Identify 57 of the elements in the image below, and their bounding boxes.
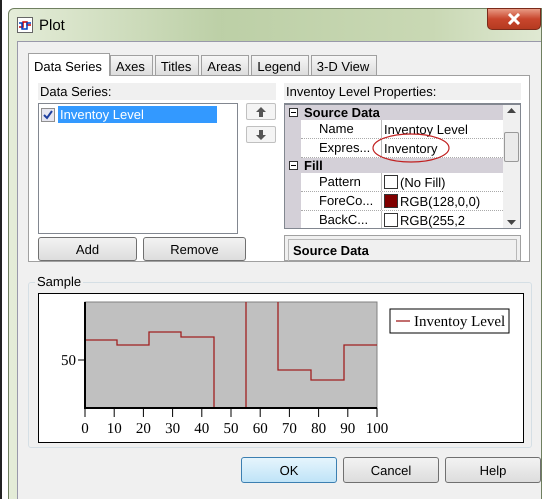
axis-tick-label: 80 <box>311 421 326 437</box>
section-label: Data Series: <box>38 83 276 100</box>
scroll-up-icon <box>507 108 516 113</box>
description-text: Source Data <box>288 239 517 261</box>
scroll-down-icon <box>507 220 516 225</box>
property-value: Inventoy Level <box>384 122 468 136</box>
tab[interactable]: Data Series <box>28 53 110 76</box>
dialog-button[interactable]: Cancel <box>343 457 439 483</box>
axis-tick-label: 70 <box>282 421 297 437</box>
axis-tick-label: 0 <box>81 421 89 437</box>
close-button[interactable] <box>487 8 541 30</box>
axis-tick-label: 100 <box>366 421 388 437</box>
collapse-icon[interactable] <box>289 161 298 170</box>
move-down-button[interactable] <box>246 126 276 143</box>
tab[interactable]: Axes <box>110 55 153 75</box>
axis-tick-label: 40 <box>194 421 210 437</box>
down-arrow-icon <box>256 130 266 140</box>
property-name: Expres... <box>301 139 382 157</box>
window-title: Plot <box>39 16 65 34</box>
category-label: Fill <box>304 158 323 173</box>
property-value: RGB(255,2 <box>400 212 466 228</box>
legend-label: Inventoy Level <box>414 314 506 330</box>
tab[interactable]: 3-D View <box>310 55 378 75</box>
tab[interactable]: Areas <box>201 55 250 75</box>
legend-line <box>396 320 410 322</box>
axis-tick-label: 50 <box>61 353 76 369</box>
series-button[interactable]: Remove <box>143 237 246 261</box>
move-up-button[interactable] <box>246 103 276 120</box>
axis-tick-label: 90 <box>340 421 356 437</box>
tab[interactable]: Legend <box>251 55 309 75</box>
axis-tick-label: 20 <box>136 421 151 437</box>
category-label: Source Data <box>304 105 380 120</box>
property-name: Pattern <box>301 173 382 191</box>
property-value: RGB(128,0,0) <box>400 194 480 208</box>
check-icon <box>43 110 53 120</box>
section-label: Inventoy Level Properties: <box>284 83 521 100</box>
chart-icon <box>17 17 33 33</box>
axis-tick-label: 30 <box>165 421 180 437</box>
close-icon <box>507 13 521 25</box>
property-name: BackC... <box>301 211 382 228</box>
property-value: (No Fill) <box>400 174 446 190</box>
checkbox[interactable] <box>41 108 55 122</box>
property-name: Name <box>301 120 382 138</box>
group-label: Sample <box>35 274 84 289</box>
up-arrow-icon <box>256 106 266 116</box>
axis-tick-label: 50 <box>224 421 238 437</box>
scroll-thumb[interactable] <box>504 132 519 162</box>
axis-tick-label: 10 <box>106 421 122 437</box>
scrollbar[interactable] <box>503 105 520 228</box>
dialog-button[interactable]: Help <box>445 457 541 483</box>
property-name: ForeCo... <box>301 192 382 210</box>
dialog-button[interactable]: OK <box>241 457 337 483</box>
series-button[interactable]: Add <box>38 237 137 261</box>
collapse-icon[interactable] <box>289 108 298 117</box>
tab[interactable]: Titles <box>154 55 200 75</box>
property-value: Inventory <box>384 140 438 156</box>
axis-tick-label: 60 <box>252 421 268 437</box>
